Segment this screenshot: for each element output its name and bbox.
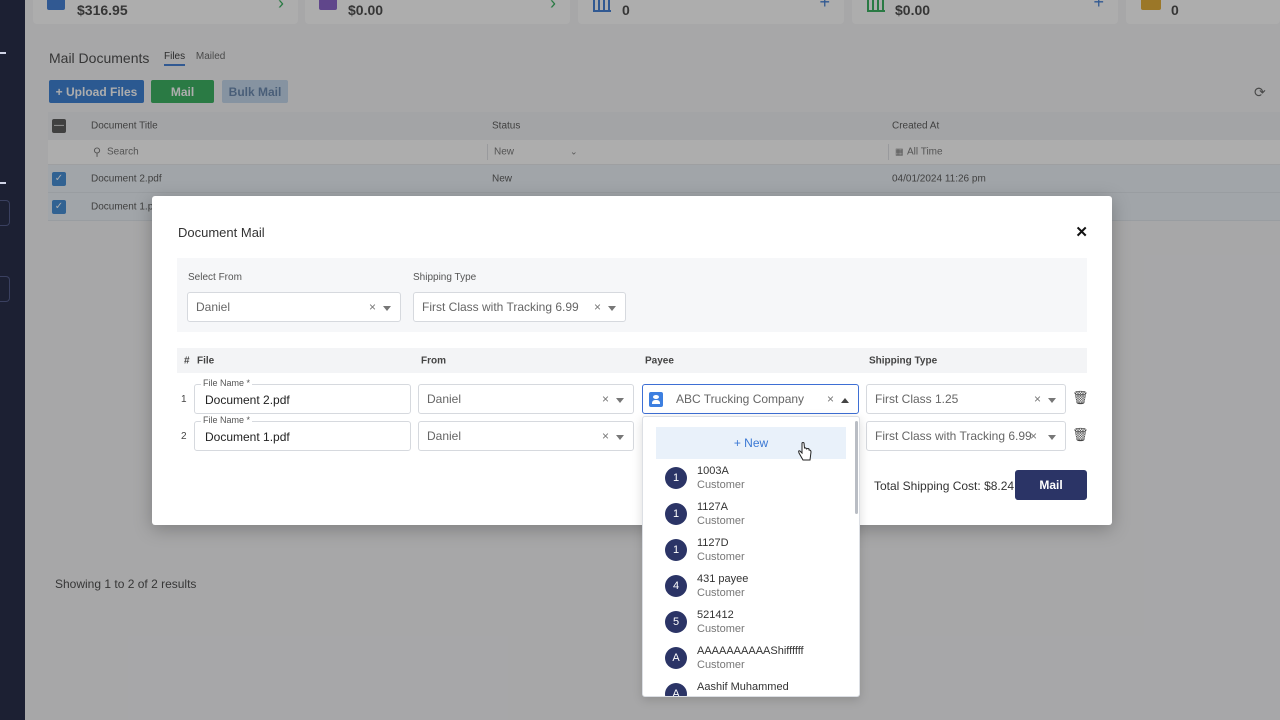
bulk-settings-panel: Select From Daniel × Shipping Type First… <box>177 258 1087 332</box>
close-icon[interactable]: ✕ <box>1075 223 1088 241</box>
payee-type: Customer <box>697 623 745 635</box>
row-shipping-dropdown[interactable]: First Class with Tracking 6.99 × <box>866 421 1066 451</box>
payee-options-list: + New 1 1003A Customer 1 1127A Customer … <box>642 416 860 697</box>
file-name-value: Document 1.pdf <box>205 430 290 444</box>
shipping-type-value: First Class with Tracking 6.99 <box>422 300 579 314</box>
sidebar-item[interactable] <box>0 200 10 226</box>
payee-name: Aashif Muhammed <box>697 681 789 693</box>
list-item[interactable]: 4 431 payee Customer <box>643 569 858 605</box>
payee-type: Customer <box>697 587 745 599</box>
payee-name: 1127D <box>697 537 729 549</box>
avatar: 1 <box>665 539 687 561</box>
caret-down-icon[interactable] <box>616 398 624 403</box>
payee-name: AAAAAAAAAAShiffffff <box>697 645 804 657</box>
clear-icon[interactable]: × <box>602 429 609 443</box>
trash-icon[interactable]: 🗑 <box>1072 390 1089 406</box>
file-name-label: File Name * <box>201 415 253 425</box>
list-item[interactable]: 1 1003A Customer <box>643 461 858 497</box>
payee-dropdown[interactable]: ABC Trucking Company × <box>642 384 859 414</box>
caret-down-icon[interactable] <box>616 435 624 440</box>
avatar: 1 <box>665 467 687 489</box>
payee-type: Customer <box>697 479 745 491</box>
payee-name: 1127A <box>697 501 728 513</box>
contact-icon <box>649 392 663 407</box>
avatar: 1 <box>665 503 687 525</box>
file-name-field[interactable]: File Name * Document 2.pdf <box>194 378 411 414</box>
avatar: A <box>665 647 687 669</box>
column-num: # <box>184 355 190 366</box>
hand-cursor-icon <box>798 442 812 461</box>
add-new-payee-button[interactable]: + New <box>656 427 846 459</box>
avatar: 5 <box>665 611 687 633</box>
submit-mail-button[interactable]: Mail <box>1015 470 1087 500</box>
column-from: From <box>421 355 446 366</box>
modal-title: Document Mail <box>178 225 265 240</box>
column-shipping: Shipping Type <box>869 355 938 366</box>
payee-name: 1003A <box>697 465 729 477</box>
column-file: File <box>197 355 215 366</box>
row-shipping-value: First Class with Tracking 6.99 <box>875 429 1032 443</box>
row-shipping-dropdown[interactable]: First Class 1.25 × <box>866 384 1066 414</box>
select-from-dropdown[interactable]: Daniel × <box>187 292 401 322</box>
mail-table-header: # File From Payee Shipping Type <box>177 348 1087 373</box>
shipping-type-dropdown[interactable]: First Class with Tracking 6.99 × <box>413 292 626 322</box>
caret-down-icon[interactable] <box>1048 398 1056 403</box>
shipping-type-label: Shipping Type <box>413 272 477 283</box>
from-value: Daniel <box>427 392 462 406</box>
select-from-label: Select From <box>188 272 242 283</box>
list-item[interactable]: A AAAAAAAAAAShiffffff Customer <box>643 641 858 677</box>
payee-type: Customer <box>697 515 745 527</box>
caret-down-icon[interactable] <box>383 306 391 311</box>
clear-icon[interactable]: × <box>369 300 376 314</box>
row-shipping-value: First Class 1.25 <box>875 392 959 406</box>
from-value: Daniel <box>427 429 462 443</box>
avatar: A <box>665 683 687 696</box>
select-from-value: Daniel <box>196 300 231 314</box>
list-item[interactable]: 5 521412 Customer <box>643 605 858 641</box>
sidebar-marker <box>0 52 6 54</box>
row-number: 1 <box>181 394 187 405</box>
document-mail-modal: Document Mail ✕ Select From Daniel × Shi… <box>152 196 1112 525</box>
payee-name: 431 payee <box>697 573 749 585</box>
sidebar-item[interactable] <box>0 276 10 302</box>
clear-icon[interactable]: × <box>827 392 834 406</box>
list-item[interactable]: 1 1127A Customer <box>643 497 858 533</box>
caret-down-icon[interactable] <box>608 306 616 311</box>
clear-icon[interactable]: × <box>602 392 609 406</box>
clear-icon[interactable]: × <box>1030 429 1037 443</box>
list-item[interactable]: A Aashif Muhammed <box>643 677 858 696</box>
payee-value: ABC Trucking Company <box>676 392 805 406</box>
sidebar-marker <box>0 182 6 184</box>
payee-type: Customer <box>697 659 745 671</box>
clear-icon[interactable]: × <box>594 300 601 314</box>
sidebar <box>0 0 25 720</box>
file-name-label: File Name * <box>201 378 253 388</box>
payee-name: 521412 <box>697 609 734 621</box>
clear-icon[interactable]: × <box>1034 392 1041 406</box>
list-item[interactable]: 1 1127D Customer <box>643 533 858 569</box>
file-name-field[interactable]: File Name * Document 1.pdf <box>194 415 411 451</box>
trash-icon[interactable]: 🗑 <box>1072 427 1089 443</box>
file-name-value: Document 2.pdf <box>205 393 290 407</box>
from-dropdown[interactable]: Daniel × <box>418 421 634 451</box>
row-number: 2 <box>181 431 187 442</box>
caret-up-icon[interactable] <box>841 398 849 403</box>
total-shipping-cost: Total Shipping Cost: $8.24 <box>874 479 1015 493</box>
column-payee: Payee <box>645 355 674 366</box>
from-dropdown[interactable]: Daniel × <box>418 384 634 414</box>
avatar: 4 <box>665 575 687 597</box>
payee-type: Customer <box>697 551 745 563</box>
caret-down-icon[interactable] <box>1048 435 1056 440</box>
